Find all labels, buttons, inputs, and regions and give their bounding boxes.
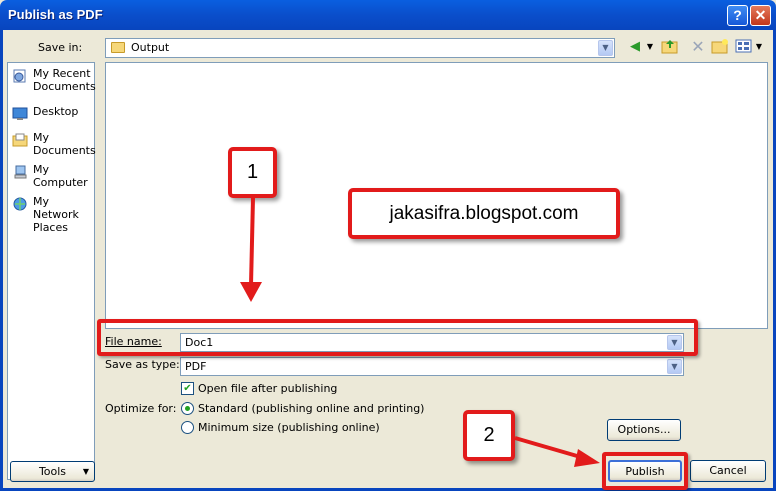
place-label: My Documents — [33, 131, 96, 157]
step-2-callout: 2 — [463, 410, 515, 461]
tools-dropdown-icon: ▼ — [82, 467, 89, 476]
delete-icon[interactable]: ✕ — [688, 38, 708, 56]
my-documents-icon — [12, 133, 28, 147]
open-after-checkbox[interactable]: ✔ — [181, 382, 194, 395]
chevron-down-icon[interactable]: ▼ — [667, 359, 682, 374]
standard-radio[interactable] — [181, 402, 194, 415]
folder-icon — [111, 42, 125, 53]
views-icon[interactable] — [734, 38, 754, 56]
recent-documents-icon — [13, 69, 26, 83]
tools-label: Tools — [38, 465, 67, 478]
open-after-label: Open file after publishing — [198, 382, 338, 395]
close-button[interactable]: ✕ — [750, 5, 771, 26]
save-in-value: Output — [131, 41, 170, 54]
desktop-icon — [12, 107, 28, 120]
network-places-icon — [13, 197, 27, 211]
window-title: Publish as PDF — [8, 7, 103, 22]
place-label: My Network Places — [33, 195, 79, 234]
save-as-type-value: PDF — [185, 360, 207, 373]
minimum-size-radio[interactable] — [181, 421, 194, 434]
step-1-callout: 1 — [228, 147, 277, 198]
watermark-callout: jakasifra.blogspot.com — [348, 188, 620, 239]
place-label: My Computer — [33, 163, 88, 189]
help-button[interactable]: ? — [727, 5, 748, 26]
optimize-for-label: Optimize for: — [105, 402, 177, 415]
publish-highlight — [602, 452, 688, 490]
back-dropdown-icon[interactable]: ▼ — [645, 38, 655, 56]
minimum-size-option-label: Minimum size (publishing online) — [198, 421, 380, 434]
my-computer-icon — [14, 165, 27, 179]
standard-option-label: Standard (publishing online and printing… — [198, 402, 425, 415]
save-in-label: Save in: — [38, 41, 83, 54]
place-label: My Recent Documents — [33, 67, 96, 93]
file-name-highlight — [97, 319, 698, 356]
save-as-type-dropdown[interactable]: PDF ▼ — [180, 357, 684, 376]
save-in-dropdown[interactable]: Output ▼ — [105, 38, 615, 58]
up-folder-icon[interactable] — [660, 38, 680, 56]
cancel-button[interactable]: Cancel — [690, 460, 766, 482]
options-button[interactable]: Options... — [607, 419, 681, 441]
save-as-type-label: Save as type: — [105, 358, 180, 371]
new-folder-icon[interactable] — [710, 38, 730, 56]
places-bar: My Recent Documents Desktop My Documents… — [7, 62, 96, 480]
place-my-documents[interactable]: My Documents — [10, 131, 96, 163]
tools-button[interactable]: Tools ▼ — [10, 461, 95, 482]
chevron-down-icon[interactable]: ▼ — [598, 40, 613, 56]
back-icon[interactable]: ◀ — [625, 38, 645, 56]
views-dropdown-icon[interactable]: ▼ — [754, 38, 764, 56]
place-network-places[interactable]: My Network Places — [10, 195, 94, 234]
place-recent-documents[interactable]: My Recent Documents — [10, 67, 96, 99]
place-my-computer[interactable]: My Computer — [10, 163, 94, 195]
place-label: Desktop — [33, 105, 79, 118]
title-bar: Publish as PDF ? ✕ — [0, 0, 776, 30]
